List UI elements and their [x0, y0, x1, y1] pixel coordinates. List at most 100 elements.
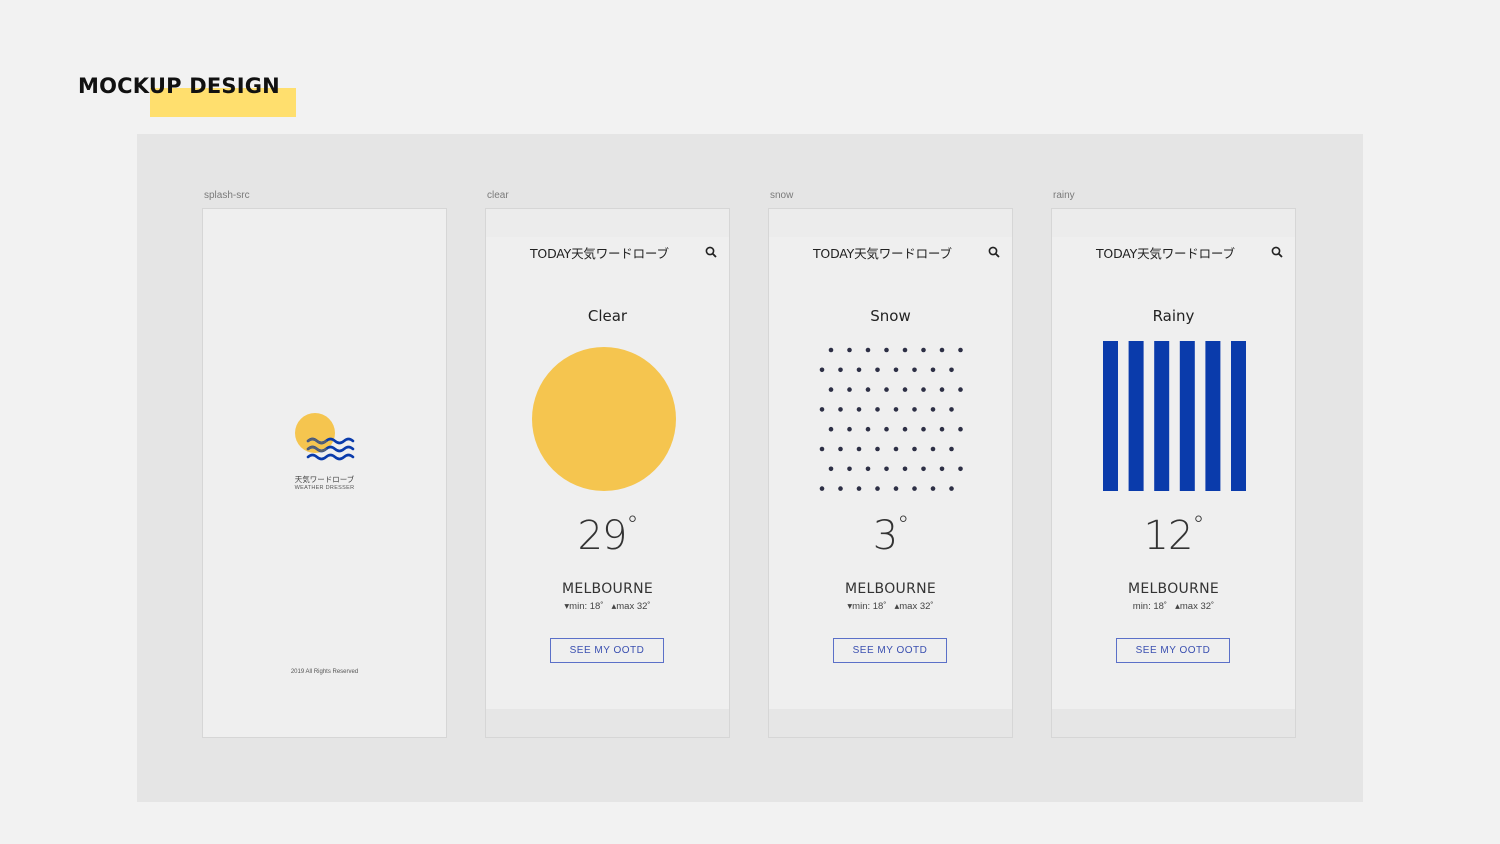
temperature: 3°: [769, 511, 1012, 559]
min-max-temps: min: 18˚ ▴max 32˚: [1052, 601, 1295, 612]
see-my-ootd-button[interactable]: SEE MY OOTD: [550, 638, 664, 663]
status-strip: [486, 209, 729, 237]
rain-bar: [1154, 341, 1170, 491]
snow-dot: [875, 486, 880, 491]
max-temp: ▴max 32˚: [894, 601, 934, 612]
snow-dot: [828, 426, 834, 432]
frame-label-snow: snow: [770, 190, 794, 201]
snow-dot: [949, 446, 954, 452]
rain-bars-icon: [1103, 341, 1246, 491]
snow-dot: [884, 466, 889, 472]
snow-dot: [930, 367, 936, 373]
snow-dot: [893, 407, 899, 412]
snow-dot: [819, 486, 825, 491]
snow-dot: [856, 367, 862, 373]
degree-symbol: °: [626, 511, 638, 539]
snow-dot: [958, 347, 963, 353]
snow-dot: [838, 446, 843, 452]
bottom-strip: [486, 709, 729, 737]
min-max-temps: ▾min: 18˚ ▴max 32˚: [486, 601, 729, 612]
page-title: MOCKUP DESIGN: [78, 74, 280, 98]
phone-splash: 天気ワードローブ WEATHER DRESSER 2019 All Rights…: [202, 208, 447, 738]
weather-condition: Clear: [587, 307, 628, 325]
rain-bar: [1231, 341, 1246, 491]
snow-dot: [847, 466, 852, 472]
degree-symbol: °: [897, 511, 909, 539]
snow-dot: [958, 426, 963, 432]
weather-condition: Snow: [870, 307, 911, 325]
bottom-strip: [1052, 709, 1295, 737]
snow-dot: [856, 486, 862, 491]
snow-dot: [838, 367, 843, 373]
status-strip: [1052, 209, 1295, 237]
snow-dot: [921, 347, 926, 353]
snow-dot: [865, 426, 871, 432]
snow-dot: [939, 387, 945, 392]
app-header-title: TODAY天気ワードローブ: [530, 246, 669, 261]
snow-dot: [865, 387, 871, 392]
see-my-ootd-button[interactable]: SEE MY OOTD: [833, 638, 947, 663]
phone-clear: TODAY天気ワードローブ Clear 29° MELBOURNE ▾min: …: [485, 208, 730, 738]
snow-dot: [912, 486, 917, 491]
max-temp: ▴max 32˚: [611, 601, 651, 612]
snow-dot: [893, 486, 899, 491]
app-header-title: TODAY天気ワードローブ: [1096, 246, 1235, 261]
see-my-ootd-button[interactable]: SEE MY OOTD: [1116, 638, 1230, 663]
snow-dots-icon: [819, 347, 963, 491]
search-icon[interactable]: [705, 246, 717, 258]
weather-condition: Rainy: [1152, 307, 1195, 325]
snow-dot: [939, 347, 945, 353]
bottom-strip: [769, 709, 1012, 737]
city-name: MELBOURNE: [1127, 581, 1220, 597]
snow-dot: [856, 446, 862, 452]
search-icon[interactable]: [988, 246, 1000, 258]
snow-dot: [930, 486, 936, 491]
snow-dot: [875, 407, 880, 412]
snow-dot: [893, 446, 899, 452]
rain-bar: [1179, 341, 1195, 491]
rain-bar: [1103, 341, 1118, 491]
temperature-value: 3: [872, 513, 898, 559]
sun-circle-icon: [532, 347, 676, 491]
degree-symbol: °: [1192, 511, 1204, 539]
snow-dot: [847, 387, 852, 392]
snow-dot: [828, 347, 834, 353]
snow-dot: [930, 446, 936, 452]
frame-label-clear: clear: [487, 190, 509, 201]
snow-dot: [930, 407, 936, 412]
splash-logo-en: WEATHER DRESSER: [294, 485, 355, 491]
status-strip: [769, 209, 1012, 237]
city-name: MELBOURNE: [561, 581, 654, 597]
min-max-temps: ▾min: 18˚ ▴max 32˚: [769, 601, 1012, 612]
rain-bar: [1128, 341, 1144, 491]
app-header-title: TODAY天気ワードローブ: [813, 246, 952, 261]
max-temp: ▴max 32˚: [1175, 601, 1215, 612]
snow-dot: [912, 446, 917, 452]
snow-dot: [875, 367, 880, 373]
snow-dot: [939, 426, 945, 432]
snow-dot: [949, 367, 954, 373]
frame-label-rainy: rainy: [1053, 190, 1075, 201]
snow-dot: [912, 367, 917, 373]
min-temp: min: 18˚: [1132, 601, 1168, 612]
temperature: 29°: [486, 511, 729, 559]
snow-dot: [847, 347, 852, 353]
snow-dot: [884, 426, 889, 432]
snow-dot: [893, 367, 899, 373]
snow-dot: [865, 466, 871, 472]
rain-bar: [1205, 341, 1221, 491]
snow-dot: [921, 466, 926, 472]
snow-dot: [875, 446, 880, 452]
frame-label-splash: splash-src: [204, 190, 250, 201]
snow-dot: [819, 407, 825, 412]
temperature-value: 29: [577, 513, 628, 559]
snow-dot: [921, 426, 926, 432]
city-name: MELBOURNE: [844, 581, 937, 597]
phone-snow: TODAY天気ワードローブ Snow 3° MELBOURNE ▾min: 18…: [768, 208, 1013, 738]
snow-dot: [902, 387, 908, 392]
snow-dot: [949, 486, 954, 491]
snow-dot: [939, 466, 945, 472]
temperature: 12°: [1052, 511, 1295, 559]
snow-dot: [847, 426, 852, 432]
search-icon[interactable]: [1271, 246, 1283, 258]
